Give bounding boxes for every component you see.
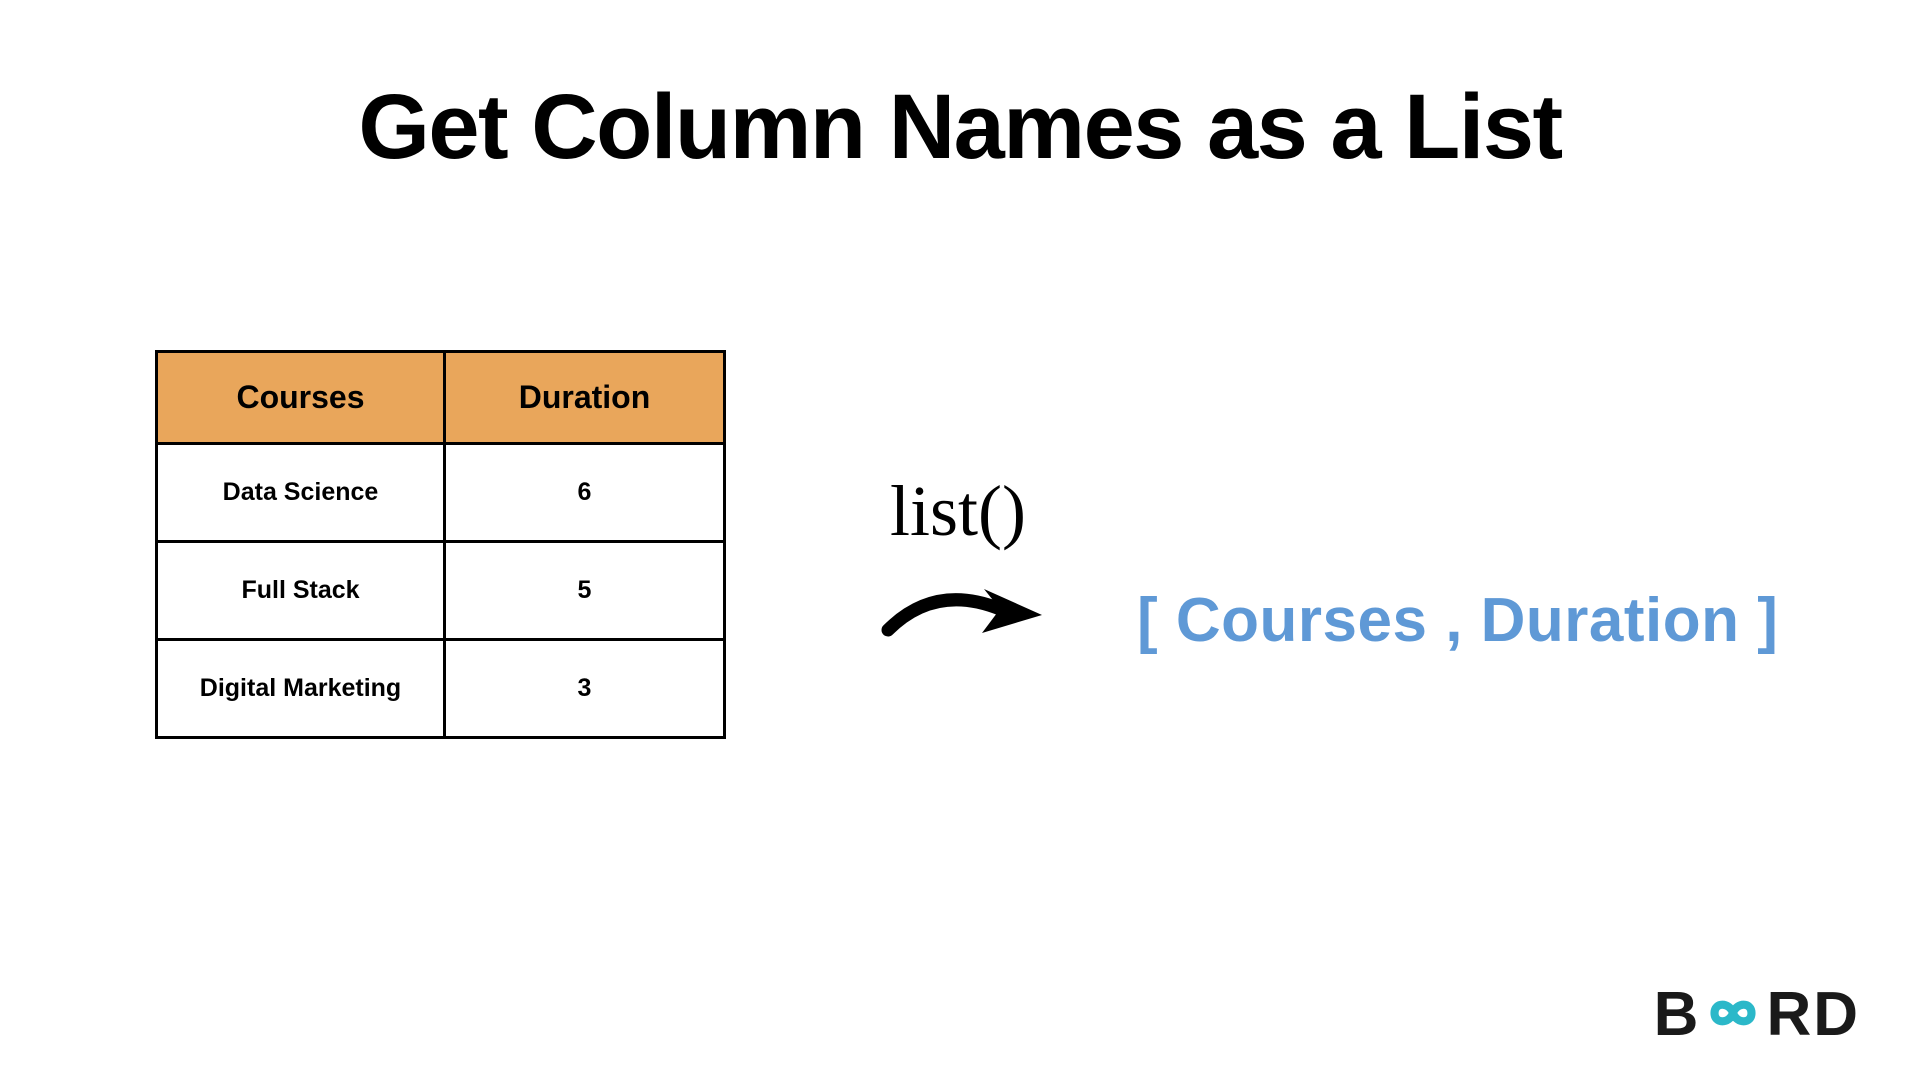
logo-text-left: B [1654,979,1701,1050]
cell-course: Data Science [157,444,445,542]
courses-table: Courses Duration Data Science 6 Full Sta… [155,350,726,739]
cell-duration: 5 [445,542,725,640]
table-row: Data Science 6 [157,444,725,542]
output-list: [ Courses , Duration ] [1137,585,1778,656]
cell-course: Full Stack [157,542,445,640]
cell-duration: 6 [445,444,725,542]
infinity-icon [1696,979,1770,1050]
input-table: Courses Duration Data Science 6 Full Sta… [155,350,726,739]
table-row: Full Stack 5 [157,542,725,640]
cell-duration: 3 [445,640,725,738]
table-row: Digital Marketing 3 [157,640,725,738]
cell-course: Digital Marketing [157,640,445,738]
table-header-row: Courses Duration [157,352,725,444]
page-title: Get Column Names as a List [0,75,1920,180]
arrow-icon [880,575,1050,652]
header-courses: Courses [157,352,445,444]
logo-text-right: RD [1766,979,1860,1050]
header-duration: Duration [445,352,725,444]
brand-logo: B RD [1654,979,1860,1050]
function-label: list() [890,470,1026,553]
